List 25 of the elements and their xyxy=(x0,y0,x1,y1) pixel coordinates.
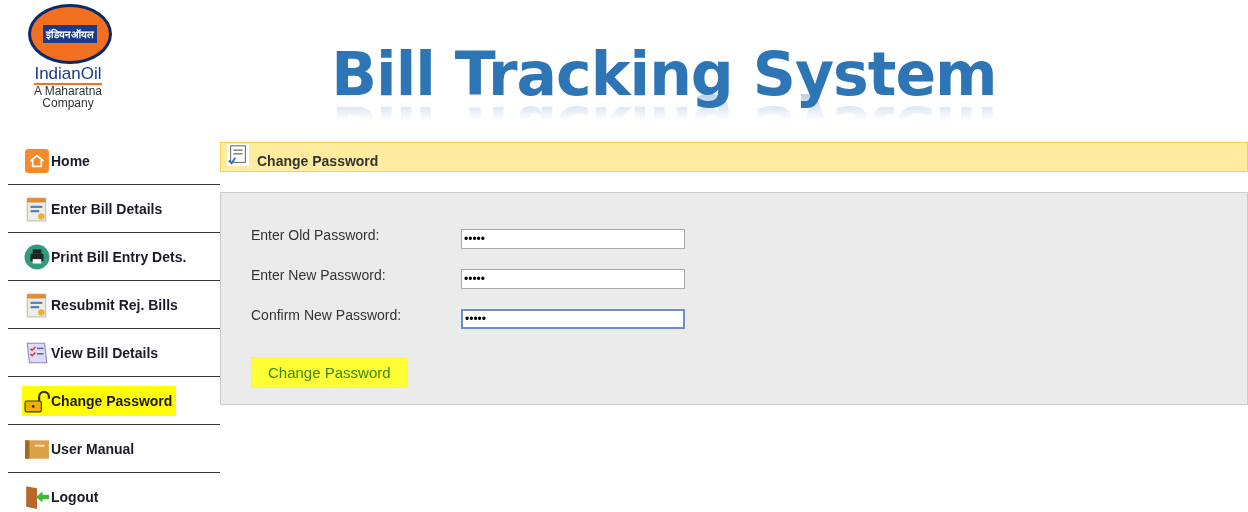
sidebar-item[interactable]: Enter Bill Details xyxy=(22,193,167,224)
field-label: Confirm New Password: xyxy=(251,307,403,323)
password-field[interactable]: ••••• xyxy=(461,229,685,249)
section-title: Change Password xyxy=(257,153,379,169)
logo-text: इंडियनऑयल xyxy=(43,25,97,43)
exit-door-icon xyxy=(23,483,51,510)
document-icon xyxy=(227,144,249,166)
sidebar-item[interactable]: Change Password xyxy=(22,385,177,416)
sidebar-item[interactable]: Print Bill Entry Dets. xyxy=(22,241,191,272)
field-label: Enter New Password: xyxy=(251,267,387,283)
brand-name: IndianOil xyxy=(34,64,102,85)
sidebar-item[interactable]: User Manual xyxy=(22,433,139,464)
field-label: Enter Old Password: xyxy=(251,227,381,243)
sidebar-item[interactable]: Resubmit Rej. Bills xyxy=(22,289,182,320)
home-icon xyxy=(23,147,51,174)
logo-tagline: Company xyxy=(42,97,94,109)
sidebar-item[interactable]: Logout xyxy=(22,481,103,512)
app-title: Bill Tracking System xyxy=(331,38,997,110)
password-field[interactable]: ••••• xyxy=(461,269,685,289)
password-field[interactable]: ••••• xyxy=(461,309,685,329)
logo-tagline: A Maharatna xyxy=(33,85,102,97)
sidebar-item[interactable]: View Bill Details xyxy=(22,337,163,368)
change-password-button[interactable]: Change Password xyxy=(251,357,408,388)
printer-icon xyxy=(23,243,51,270)
sidebar-item[interactable]: Home xyxy=(22,145,94,176)
